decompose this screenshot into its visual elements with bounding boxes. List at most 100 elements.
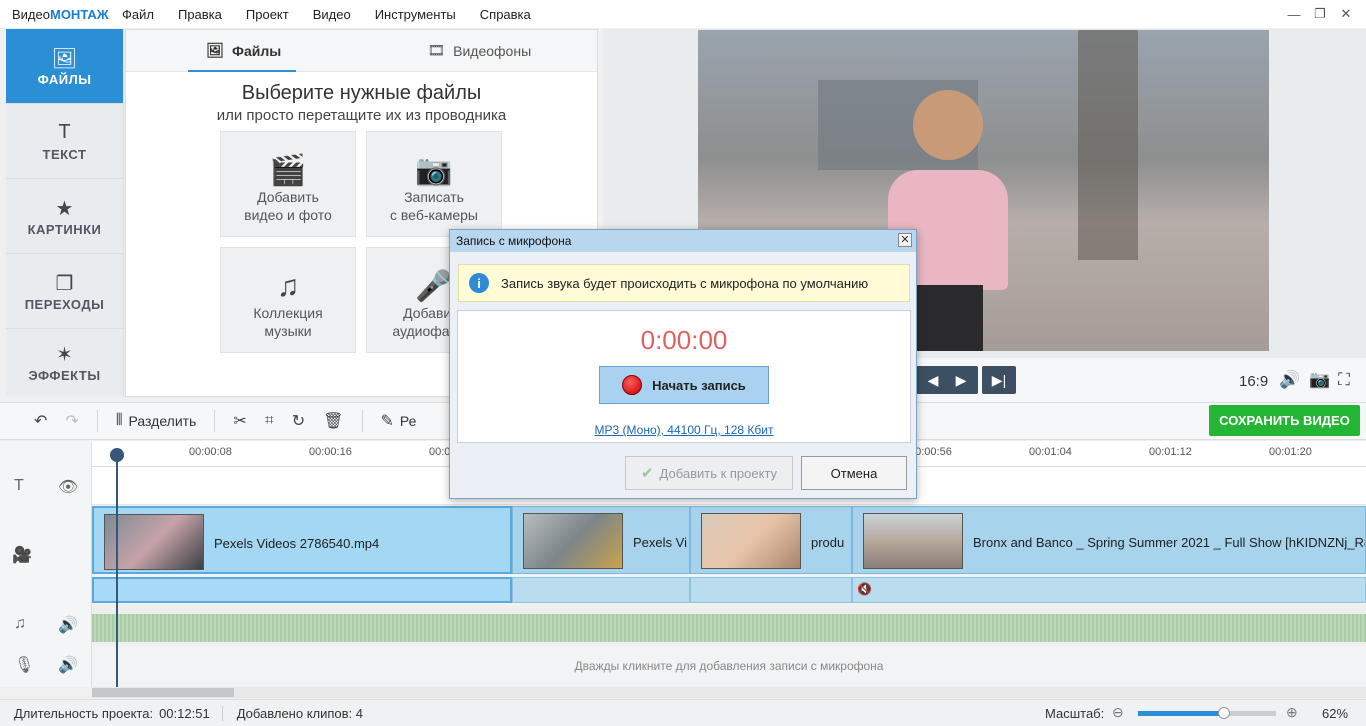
video-clip[interactable]: Pexels Videos 2786540.mp4 (92, 506, 512, 574)
timeline-scrollbar[interactable] (92, 687, 1366, 698)
audio-clip[interactable] (690, 577, 852, 603)
menu-project[interactable]: Проект (246, 7, 289, 22)
split-button[interactable]: ⫴ Разделить (116, 412, 197, 430)
add-to-project-button[interactable]: ✔ Добавить к проекту (625, 456, 793, 490)
webcam-record-tile[interactable]: 📷 Записать с веб-камеры (366, 131, 502, 237)
track-headers: T 👁 🎥 ♫ 🔊 🎙 🔊 (0, 441, 92, 687)
aspect-ratio[interactable]: 16:9 (1239, 373, 1268, 390)
save-video-button[interactable]: СОХРАНИТЬ ВИДЕО (1209, 405, 1360, 436)
tile-label: с веб-камеры (390, 207, 478, 223)
title-bar: ВидеоМОНТАЖ Файл Правка Проект Видео Инс… (0, 0, 1366, 28)
sidebar-item-label: ЭФФЕКТЫ (28, 367, 101, 383)
clips-count: Добавлено клипов: 4 (221, 705, 363, 721)
tile-label: музыки (264, 323, 312, 339)
sidebar-item-effects[interactable]: ✶ ЭФФЕКТЫ (6, 329, 123, 395)
prev-icon: ◀ (927, 371, 939, 388)
zoom-slider[interactable] (1138, 707, 1276, 719)
text-track-icon: T (14, 477, 24, 494)
sidebar-item-transitions[interactable]: ❐ ПЕРЕХОДЫ (6, 254, 123, 329)
delete-button[interactable]: 🗑 (323, 411, 343, 431)
add-label: Добавить к проекту (659, 465, 778, 481)
clip-name: Pexels Vi (633, 535, 687, 550)
audio-format-link[interactable]: MP3 (Моно), 44100 Гц, 128 Кбит (458, 423, 910, 437)
audio-clip[interactable] (92, 577, 512, 603)
video-clip[interactable]: Bronx and Banco _ Spring Summer 2021 _ F… (852, 506, 1366, 574)
zoom-out-icon[interactable]: ⊖ (1112, 704, 1124, 721)
tile-label: видео и фото (244, 207, 332, 223)
sidebar-item-pictures[interactable]: ★ КАРТИНКИ (6, 179, 123, 254)
close-window-button[interactable]: ✕ (1326, 0, 1366, 28)
menu-tools[interactable]: Инструменты (375, 7, 456, 22)
toolbar-divider (214, 410, 216, 432)
next-icon: ▶| (991, 371, 1007, 388)
zoom-in-icon[interactable]: ⊕ (1286, 704, 1298, 721)
tile-label: Коллекция (253, 305, 323, 321)
next-frame-button[interactable]: ▶| (982, 366, 1016, 394)
zoom-label: Масштаб: (1045, 706, 1105, 721)
play-icon: ▶ (955, 371, 967, 388)
speaker-icon[interactable]: 🔊 (58, 615, 78, 635)
tile-label: Добавить (257, 189, 319, 205)
camera-icon[interactable]: 📷 (1309, 370, 1330, 390)
cancel-button[interactable]: Отмена (801, 456, 907, 490)
menu-edit[interactable]: Правка (178, 7, 222, 22)
image-icon: 🖼 (51, 47, 78, 70)
sidebar-item-files[interactable]: 🖼 ФАЙЛЫ (6, 29, 123, 104)
sidebar-item-label: ФАЙЛЫ (37, 71, 92, 87)
video-camera-icon: 🎥 (12, 547, 32, 564)
dialog-close-button[interactable]: ✕ (898, 233, 912, 247)
redo-button[interactable]: ↷ (65, 411, 78, 431)
add-video-photo-tile[interactable]: 🎬 Добавить видео и фото (220, 131, 356, 237)
sidebar-item-label: КАРТИНКИ (27, 221, 102, 237)
ruler-tick: 00:01:04 (1029, 446, 1072, 458)
menu-video[interactable]: Видео (313, 7, 351, 22)
eye-icon[interactable]: 👁 (58, 477, 78, 497)
volume-icon[interactable]: 🔊 (1279, 370, 1300, 390)
clip-thumbnail (863, 513, 963, 569)
ruler-tick: 00:00:16 (309, 446, 352, 458)
audio-waveform[interactable] (92, 614, 1366, 642)
clip-name: produ (811, 535, 845, 550)
menu-help[interactable]: Справка (480, 7, 531, 22)
video-track[interactable]: Pexels Videos 2786540.mp4 Pexels Vi prod… (92, 506, 1366, 604)
playhead-handle[interactable] (110, 448, 124, 462)
redo-icon: ↷ (65, 413, 79, 430)
music-notes-icon: ♫ (276, 270, 300, 303)
clip-name: Pexels Videos 2786540.mp4 (214, 536, 380, 551)
status-bar: Длительность проекта: 00:12:51 Добавлено… (0, 699, 1366, 726)
microphone-icon: 🎤 (415, 270, 453, 303)
mic-track-hint: Дважды кликните для добавления записи с … (574, 659, 884, 673)
rotate-icon: ↻ (291, 413, 306, 430)
playhead[interactable] (116, 450, 118, 688)
video-clip[interactable]: Pexels Vi (512, 506, 690, 574)
duration-label: Длительность проекта: (14, 705, 154, 721)
music-track-icon: ♫ (14, 615, 26, 632)
muted-icon[interactable]: 🔇 (857, 582, 872, 596)
mic-track[interactable]: Дважды кликните для добавления записи с … (92, 646, 1366, 686)
split-icon: ⫴ (115, 412, 123, 429)
undo-button[interactable]: ↶ (34, 411, 47, 431)
cut-button[interactable]: ✂ (233, 411, 246, 431)
speaker-icon[interactable]: 🔊 (58, 655, 78, 675)
music-collection-tile[interactable]: ♫ Коллекция музыки (220, 247, 356, 353)
rotate-button[interactable]: ↻ (292, 411, 305, 431)
mic-record-dialog: Запись с микрофона ✕ i Запись звука буде… (449, 229, 917, 499)
record-label: Начать запись (652, 377, 746, 393)
zoom-slider-handle[interactable] (1217, 707, 1230, 719)
dialog-title-bar: Запись с микрофона (450, 230, 916, 252)
audio-clip[interactable] (512, 577, 690, 603)
edit-button[interactable]: ✎ Ре (381, 411, 417, 431)
sidebar-item-text[interactable]: T ТЕКСТ (6, 104, 123, 179)
menu-file[interactable]: Файл (122, 7, 154, 22)
tab-files[interactable]: 🖼 Файлы (126, 30, 362, 72)
duration-value: 00:12:51 (159, 705, 210, 721)
play-button[interactable]: ▶ (944, 366, 978, 394)
audio-clip[interactable]: 🔇 (852, 577, 1366, 603)
tab-backgrounds[interactable]: 🎞 Видеофоны (362, 30, 598, 71)
video-clip[interactable]: produ (690, 506, 852, 574)
start-recording-button[interactable]: Начать запись (599, 366, 769, 404)
crop-button[interactable]: ⌗ (265, 412, 274, 430)
film-icon: 🎞 (427, 42, 446, 58)
scrollbar-thumb[interactable] (92, 688, 234, 697)
fullscreen-icon[interactable]: ⛶ (1338, 370, 1350, 390)
